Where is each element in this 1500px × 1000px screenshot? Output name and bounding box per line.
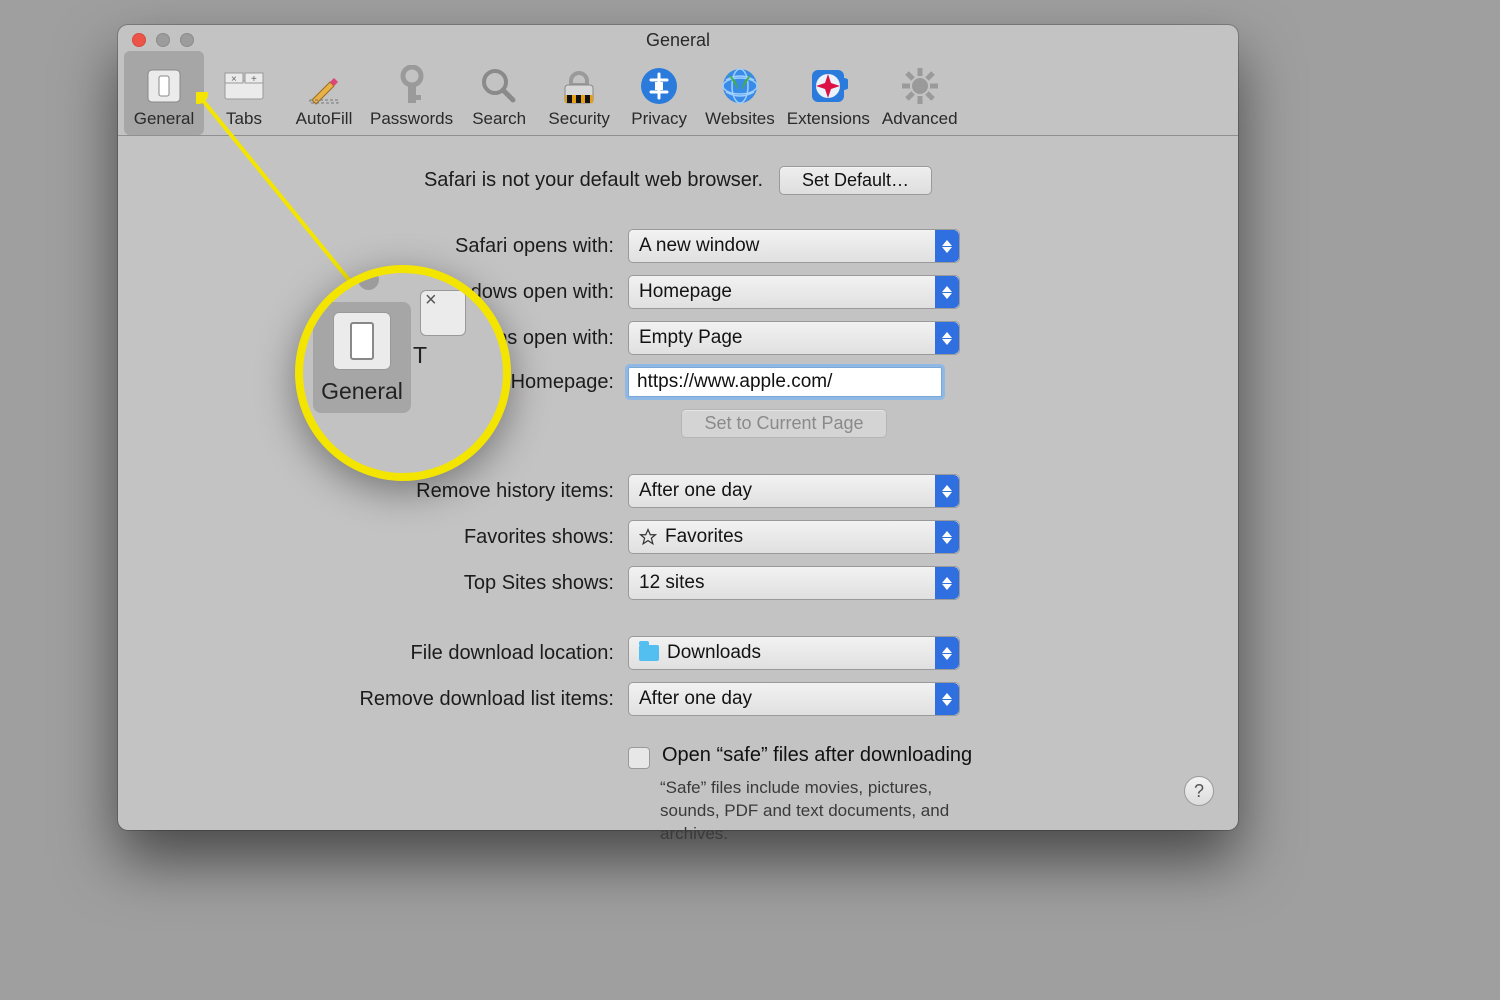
advanced-icon bbox=[899, 65, 941, 107]
close-window-button[interactable] bbox=[132, 33, 146, 47]
tab-general[interactable]: General bbox=[124, 51, 204, 135]
security-icon bbox=[558, 65, 600, 107]
top-sites-dropdown[interactable]: 12 sites bbox=[628, 566, 960, 600]
window-title: General bbox=[118, 25, 1238, 55]
tab-passwords[interactable]: Passwords bbox=[364, 51, 459, 135]
label-remove-history: Remove history items: bbox=[154, 480, 628, 503]
search-icon bbox=[478, 65, 520, 107]
passwords-icon bbox=[391, 65, 433, 107]
tabs-icon bbox=[420, 290, 466, 336]
new-windows-open-dropdown[interactable]: Homepage bbox=[628, 275, 960, 309]
label-topsites: Top Sites shows: bbox=[154, 572, 628, 595]
chevron-updown-icon bbox=[935, 322, 959, 354]
tabs-icon: ×+ bbox=[223, 65, 265, 107]
preferences-toolbar: General ×+ Tabs AutoFill Passwords Searc… bbox=[118, 55, 1238, 136]
set-current-page-button[interactable]: Set to Current Page bbox=[681, 409, 886, 438]
traffic-lights bbox=[132, 33, 194, 47]
label-remove-downloads: Remove download list items: bbox=[154, 688, 628, 711]
callout-side-label: T bbox=[413, 342, 473, 369]
new-tabs-open-dropdown[interactable]: Empty Page bbox=[628, 321, 960, 355]
minimize-icon bbox=[358, 269, 379, 290]
help-button[interactable]: ? bbox=[1184, 776, 1214, 806]
tab-label: Extensions bbox=[787, 109, 870, 129]
autofill-icon bbox=[303, 65, 345, 107]
open-safe-files-checkbox[interactable] bbox=[628, 747, 650, 769]
general-pane: Safari is not your default web browser. … bbox=[118, 136, 1238, 866]
privacy-icon bbox=[638, 65, 680, 107]
tab-autofill[interactable]: AutoFill bbox=[284, 51, 364, 135]
close-icon bbox=[323, 269, 344, 290]
set-default-button[interactable]: Set Default… bbox=[779, 166, 932, 195]
zoom-window-button[interactable] bbox=[180, 33, 194, 47]
preferences-window: General General ×+ Tabs AutoFill Passwor… bbox=[118, 25, 1238, 830]
extensions-icon bbox=[807, 65, 849, 107]
chevron-updown-icon bbox=[935, 683, 959, 715]
safe-files-help: “Safe” files include movies, pictures, s… bbox=[660, 777, 980, 846]
tab-label: Websites bbox=[705, 109, 775, 129]
label-opens-with: Safari opens with: bbox=[154, 235, 628, 258]
tab-search[interactable]: Search bbox=[459, 51, 539, 135]
tab-websites[interactable]: Websites bbox=[699, 51, 781, 135]
open-safe-files-label: Open “safe” files after downloading bbox=[662, 744, 972, 767]
chevron-updown-icon bbox=[935, 276, 959, 308]
tab-label: Privacy bbox=[631, 109, 687, 129]
chevron-updown-icon bbox=[935, 637, 959, 669]
tab-extensions[interactable]: Extensions bbox=[781, 51, 876, 135]
chevron-updown-icon bbox=[935, 475, 959, 507]
tab-label: Tabs bbox=[226, 109, 262, 129]
tab-label: Passwords bbox=[370, 109, 453, 129]
minimize-window-button[interactable] bbox=[156, 33, 170, 47]
star-icon bbox=[639, 528, 657, 546]
homepage-input[interactable] bbox=[628, 367, 942, 397]
titlebar: General bbox=[118, 25, 1238, 55]
remove-downloads-dropdown[interactable]: After one day bbox=[628, 682, 960, 716]
label-favorites: Favorites shows: bbox=[154, 526, 628, 549]
tab-security[interactable]: Security bbox=[539, 51, 619, 135]
remove-history-dropdown[interactable]: After one day bbox=[628, 474, 960, 508]
general-icon bbox=[333, 312, 391, 370]
tab-label: Advanced bbox=[882, 109, 958, 129]
chevron-updown-icon bbox=[935, 567, 959, 599]
download-location-dropdown[interactable]: Downloads bbox=[628, 636, 960, 670]
svg-text:+: + bbox=[251, 74, 257, 85]
tab-tabs[interactable]: ×+ Tabs bbox=[204, 51, 284, 135]
tab-label: AutoFill bbox=[296, 109, 353, 129]
safari-opens-with-dropdown[interactable]: A new window bbox=[628, 229, 960, 263]
folder-icon bbox=[639, 645, 659, 661]
chevron-updown-icon bbox=[935, 230, 959, 262]
callout-tabs-tab: T bbox=[413, 290, 473, 369]
svg-text:×: × bbox=[231, 74, 237, 85]
callout-tab-label: General bbox=[317, 378, 407, 405]
general-icon bbox=[143, 65, 185, 107]
tab-privacy[interactable]: Privacy bbox=[619, 51, 699, 135]
tab-advanced[interactable]: Advanced bbox=[876, 51, 964, 135]
tab-label: Search bbox=[472, 109, 526, 129]
websites-icon bbox=[719, 65, 761, 107]
tab-label: Security bbox=[548, 109, 609, 129]
default-browser-message: Safari is not your default web browser. bbox=[424, 169, 763, 192]
label-download-loc: File download location: bbox=[154, 642, 628, 665]
zoom-callout: General T bbox=[295, 265, 511, 481]
callout-general-tab: General bbox=[313, 302, 411, 413]
favorites-shows-dropdown[interactable]: Favorites bbox=[628, 520, 960, 554]
chevron-updown-icon bbox=[935, 521, 959, 553]
tab-label: General bbox=[134, 109, 194, 129]
